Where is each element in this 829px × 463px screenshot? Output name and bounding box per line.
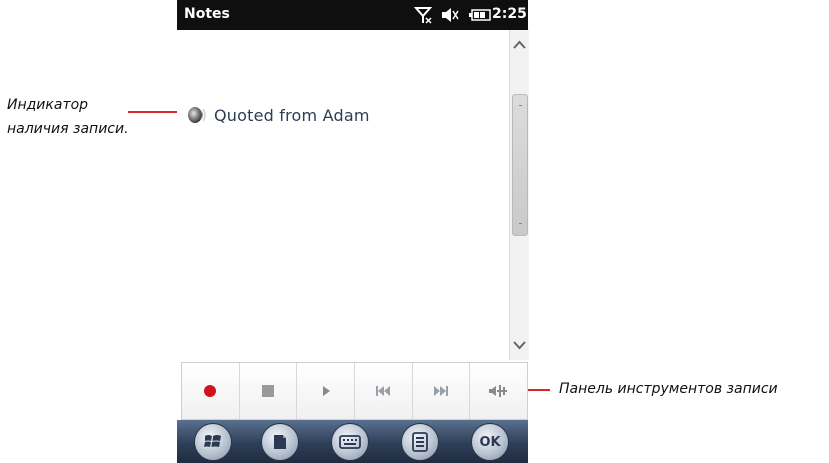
windows-start-icon xyxy=(204,435,221,447)
vertical-scrollbar[interactable] xyxy=(509,30,529,360)
annotation-toolbar: Панель инструментов записи xyxy=(559,381,778,397)
start-button[interactable] xyxy=(194,423,232,461)
play-icon xyxy=(322,386,330,396)
annotation-indicator: Индикатор наличия записи. xyxy=(7,93,129,141)
skip-forward-icon xyxy=(434,386,449,396)
antenna-off-icon[interactable] xyxy=(414,6,432,24)
ok-button[interactable]: OK xyxy=(471,423,509,461)
note-content-area[interactable]: Quoted from Adam xyxy=(177,30,509,360)
recording-toolbar xyxy=(181,362,528,420)
status-bar: Notes 2:25 xyxy=(177,0,528,30)
annotation-indicator-line1: Индикатор xyxy=(7,97,89,113)
speaker-muted-icon[interactable] xyxy=(441,7,459,23)
keyboard-icon xyxy=(339,435,361,449)
soft-key-bar: OK xyxy=(177,420,528,463)
chevron-up-icon[interactable] xyxy=(510,36,529,54)
play-button[interactable] xyxy=(297,363,356,419)
stop-button[interactable] xyxy=(239,363,298,419)
skip-forward-button[interactable] xyxy=(412,363,471,419)
recording-indicator-icon[interactable] xyxy=(187,105,207,125)
note-line[interactable]: Quoted from Adam xyxy=(187,104,370,126)
menu-list-icon xyxy=(412,432,428,452)
record-button[interactable] xyxy=(182,363,240,419)
skip-back-icon xyxy=(376,386,391,396)
volume-button[interactable] xyxy=(470,363,528,419)
keyboard-button[interactable] xyxy=(331,423,369,461)
battery-icon[interactable] xyxy=(469,9,491,21)
volume-icon xyxy=(488,385,507,397)
record-icon xyxy=(204,385,217,397)
app-title: Notes xyxy=(184,6,230,22)
note-text: Quoted from Adam xyxy=(214,105,370,125)
menu-button[interactable] xyxy=(401,423,439,461)
annotation-indicator-line2: наличия записи. xyxy=(7,121,129,137)
stop-icon xyxy=(262,385,274,397)
skip-back-button[interactable] xyxy=(355,363,413,419)
chevron-down-icon[interactable] xyxy=(510,336,529,354)
clock[interactable]: 2:25 xyxy=(492,6,527,22)
new-note-icon xyxy=(274,435,286,449)
device-screen: Notes 2:25 Quoted from Adam OK xyxy=(177,0,529,463)
ok-label: OK xyxy=(479,434,501,450)
scrollbar-thumb[interactable] xyxy=(512,94,528,236)
new-note-button[interactable] xyxy=(261,423,299,461)
